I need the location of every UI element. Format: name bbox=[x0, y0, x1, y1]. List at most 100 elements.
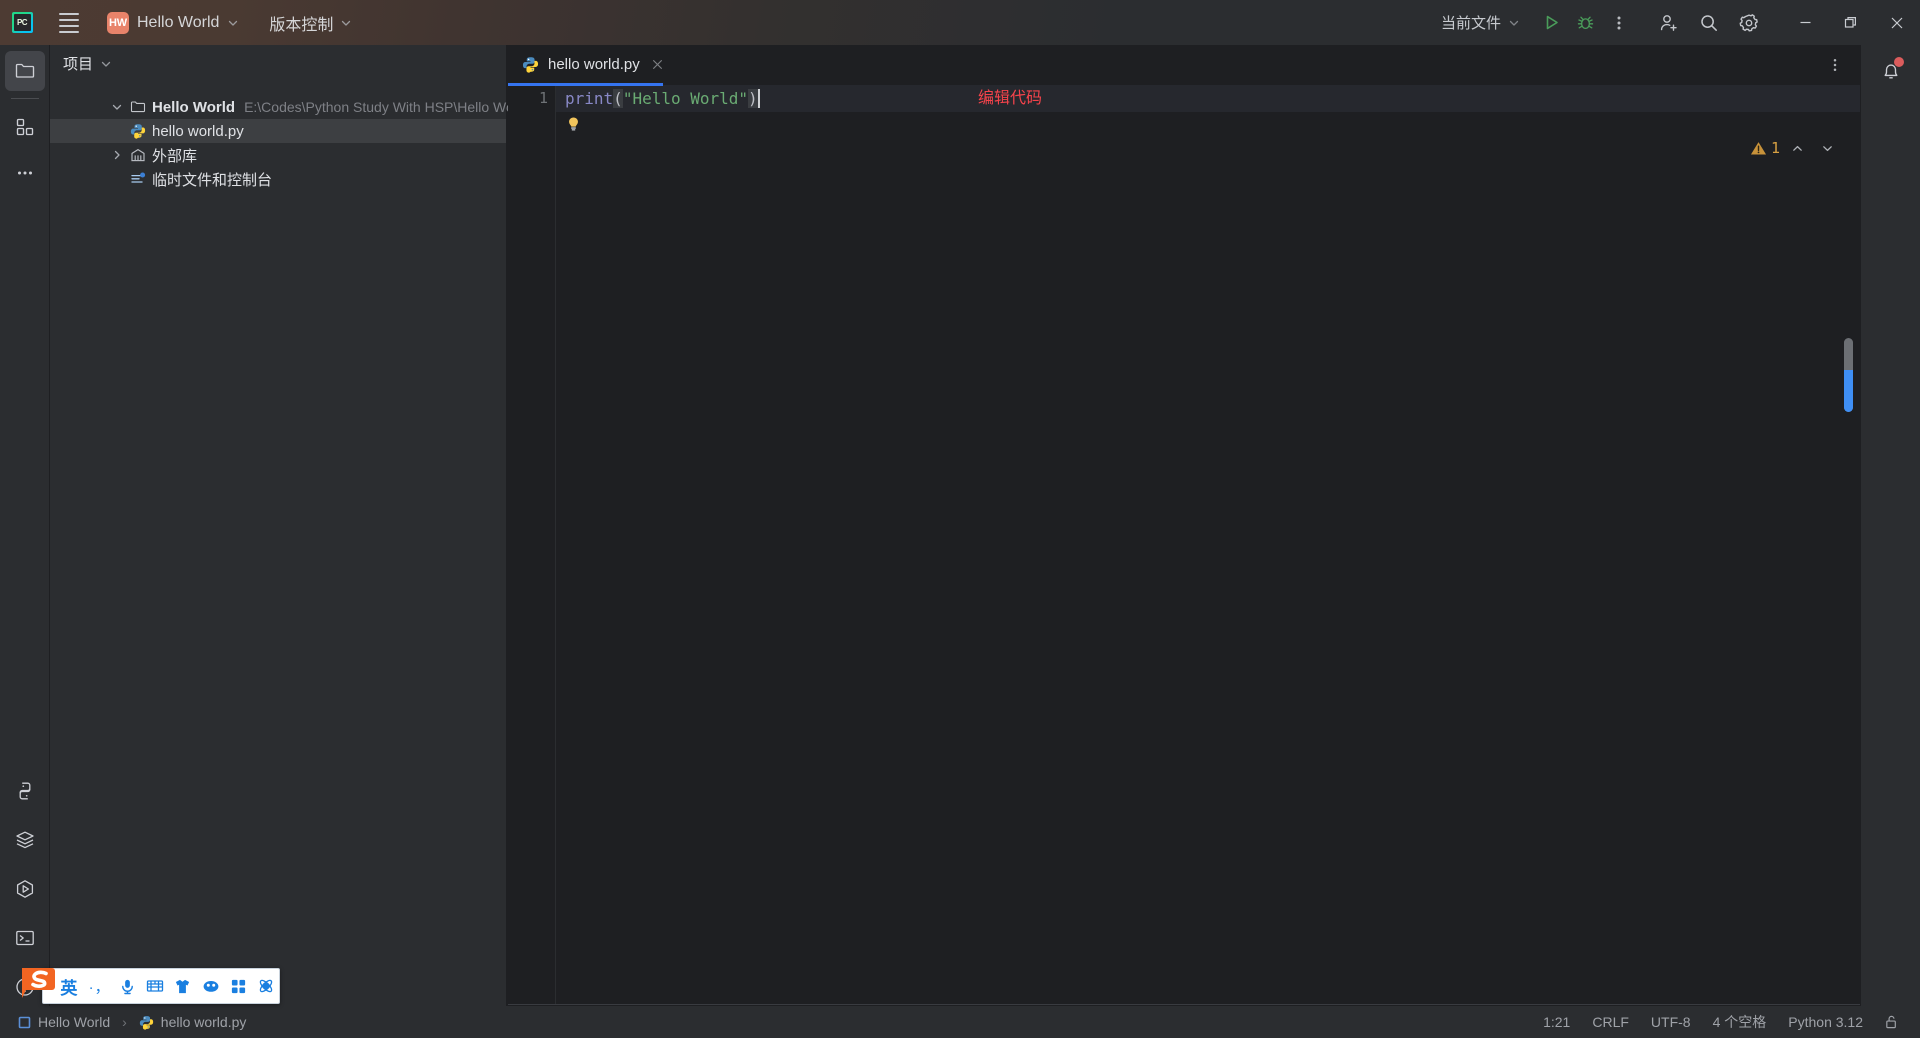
tree-node-hello-world[interactable]: Hello World E:\Codes\Python Study With H… bbox=[50, 95, 529, 119]
notifications-button[interactable] bbox=[1871, 51, 1911, 91]
maximize-button[interactable] bbox=[1828, 0, 1874, 45]
right-tool-rail bbox=[1860, 45, 1920, 1024]
ime-settings-icon[interactable] bbox=[253, 972, 279, 1000]
sogou-s-logo[interactable] bbox=[16, 962, 58, 1008]
left-tool-rail bbox=[0, 45, 50, 1024]
code-line-1[interactable]: print("Hello World") bbox=[556, 85, 760, 112]
module-icon bbox=[18, 1016, 31, 1029]
project-name: Hello World bbox=[137, 13, 220, 31]
chevron-right-icon[interactable] bbox=[106, 149, 128, 161]
code-token-close-paren: ) bbox=[748, 89, 758, 108]
editor-bottom-divider bbox=[508, 1004, 1860, 1005]
sidebar-item-project[interactable] bbox=[4, 51, 45, 91]
library-icon bbox=[128, 147, 148, 163]
app-icon-text: PC bbox=[13, 14, 31, 31]
chevron-down-icon[interactable] bbox=[1814, 136, 1840, 160]
python-file-icon bbox=[522, 56, 539, 73]
gear-icon[interactable] bbox=[1732, 6, 1766, 40]
microphone-icon[interactable] bbox=[114, 972, 140, 1000]
editor-tab-bar: hello world.py bbox=[508, 45, 1860, 84]
debug-button[interactable] bbox=[1568, 6, 1602, 40]
tree-node-hello-world-py[interactable]: hello world.py bbox=[50, 119, 506, 143]
ime-language-label: 英 bbox=[60, 978, 78, 998]
caret-position[interactable]: 1:21 bbox=[1532, 1011, 1581, 1033]
editor-area: hello world.py 1 print("Hello World") 编辑… bbox=[508, 45, 1860, 1024]
warning-count: 1 bbox=[1770, 139, 1780, 157]
chevron-down-icon bbox=[227, 17, 239, 29]
project-tree: Hello World E:\Codes\Python Study With H… bbox=[50, 82, 529, 191]
tab-active-indicator bbox=[508, 83, 663, 86]
close-icon[interactable] bbox=[649, 56, 666, 73]
chevron-up-icon[interactable] bbox=[1784, 136, 1810, 160]
rail-divider bbox=[10, 98, 39, 99]
python-interpreter[interactable]: Python 3.12 bbox=[1777, 1011, 1874, 1033]
code-token-function: print bbox=[565, 89, 614, 108]
status-bar-right: 1:21 CRLF UTF-8 4 个空格 Python 3.12 bbox=[1532, 1009, 1920, 1035]
unlock-icon[interactable] bbox=[1874, 1011, 1906, 1033]
tree-node-scratches[interactable]: 临时文件和控制台 bbox=[50, 167, 506, 191]
run-button[interactable] bbox=[1534, 6, 1568, 40]
editor-tab-options-button[interactable] bbox=[1822, 52, 1848, 78]
tab-hello-world-py[interactable]: hello world.py bbox=[508, 45, 678, 84]
code-editor[interactable]: 1 print("Hello World") 编辑代码 1 bbox=[508, 84, 1860, 1005]
title-bar: PC HW Hello World 版本控制 当前文件 bbox=[0, 0, 1920, 45]
shirt-icon[interactable] bbox=[170, 972, 196, 1000]
line-separator[interactable]: CRLF bbox=[1581, 1011, 1640, 1033]
file-encoding[interactable]: UTF-8 bbox=[1640, 1011, 1702, 1033]
text-caret bbox=[757, 89, 760, 108]
sidebar-item-commit[interactable] bbox=[5, 107, 45, 147]
close-button[interactable] bbox=[1874, 0, 1920, 45]
tab-label: hello world.py bbox=[548, 56, 640, 73]
breadcrumb-item-module[interactable]: Hello World bbox=[14, 1012, 114, 1032]
sidebar-item-run[interactable] bbox=[5, 869, 45, 909]
tree-node-label: hello world.py bbox=[152, 122, 244, 140]
hamburger-menu-icon[interactable] bbox=[54, 8, 84, 38]
vcs-label: 版本控制 bbox=[269, 16, 334, 34]
sogou-input-method-bar[interactable]: 英 ·， bbox=[42, 968, 280, 1004]
minimize-button[interactable] bbox=[1782, 0, 1828, 45]
tree-node-label: 临时文件和控制台 bbox=[152, 171, 273, 189]
chevron-down-icon[interactable] bbox=[106, 101, 128, 113]
inspection-widget[interactable]: 1 bbox=[1746, 133, 1842, 163]
project-badge: HW bbox=[107, 11, 129, 34]
python-file-icon bbox=[128, 123, 148, 139]
project-panel-title: 项目 bbox=[63, 56, 94, 73]
grid-icon[interactable] bbox=[225, 972, 251, 1000]
chevron-down-icon bbox=[340, 17, 352, 29]
run-configuration-selector[interactable]: 当前文件 bbox=[1433, 7, 1528, 38]
editor-gutter[interactable]: 1 bbox=[508, 85, 556, 1004]
annotation-edit-code: 编辑代码 bbox=[978, 90, 1043, 107]
status-bar: Hello World › hello world.py 1:21 CRLF U… bbox=[0, 1006, 1920, 1038]
add-user-icon[interactable] bbox=[1652, 6, 1686, 40]
sidebar-item-python-console[interactable] bbox=[5, 771, 45, 811]
breadcrumb-label: hello world.py bbox=[160, 1014, 247, 1030]
sidebar-item-database[interactable] bbox=[5, 820, 45, 860]
scrollbar-thumb[interactable] bbox=[1844, 338, 1853, 412]
vcs-widget[interactable]: 版本控制 bbox=[262, 7, 359, 39]
tree-node-label: Hello World bbox=[152, 98, 236, 116]
tree-node-path: E:\Codes\Python Study With HSP\Hello Wor… bbox=[244, 99, 530, 115]
more-actions-button[interactable] bbox=[1602, 6, 1636, 40]
code-token-string: "Hello World" bbox=[622, 89, 749, 108]
keyboard-icon[interactable] bbox=[142, 972, 168, 1000]
sidebar-item-more[interactable] bbox=[5, 153, 45, 193]
project-panel-header[interactable]: 项目 bbox=[50, 45, 506, 82]
pycharm-logo: PC bbox=[9, 10, 35, 36]
chevron-down-icon[interactable] bbox=[100, 58, 112, 70]
indent-setting[interactable]: 4 个空格 bbox=[1702, 1009, 1778, 1035]
lightbulb-icon[interactable] bbox=[565, 116, 582, 136]
project-tool-window: 项目 Hello World E:\Codes\Python Study Wit… bbox=[50, 45, 529, 1024]
emoji-icon[interactable] bbox=[198, 972, 224, 1000]
breadcrumb-label: Hello World bbox=[38, 1014, 111, 1030]
notification-dot bbox=[1893, 57, 1904, 67]
breadcrumb-item-file[interactable]: hello world.py bbox=[135, 1012, 251, 1032]
search-icon[interactable] bbox=[1692, 6, 1726, 40]
tree-node-external-libraries[interactable]: 外部库 bbox=[50, 143, 506, 167]
ime-punctuation-toggle[interactable]: ·， bbox=[87, 972, 113, 1000]
breadcrumb: Hello World › hello world.py bbox=[0, 1012, 250, 1032]
project-widget[interactable]: HW Hello World bbox=[100, 8, 246, 38]
sidebar-item-terminal[interactable] bbox=[5, 918, 45, 958]
folder-icon bbox=[128, 99, 148, 115]
python-file-icon bbox=[139, 1015, 154, 1030]
run-configuration-label: 当前文件 bbox=[1440, 15, 1501, 32]
